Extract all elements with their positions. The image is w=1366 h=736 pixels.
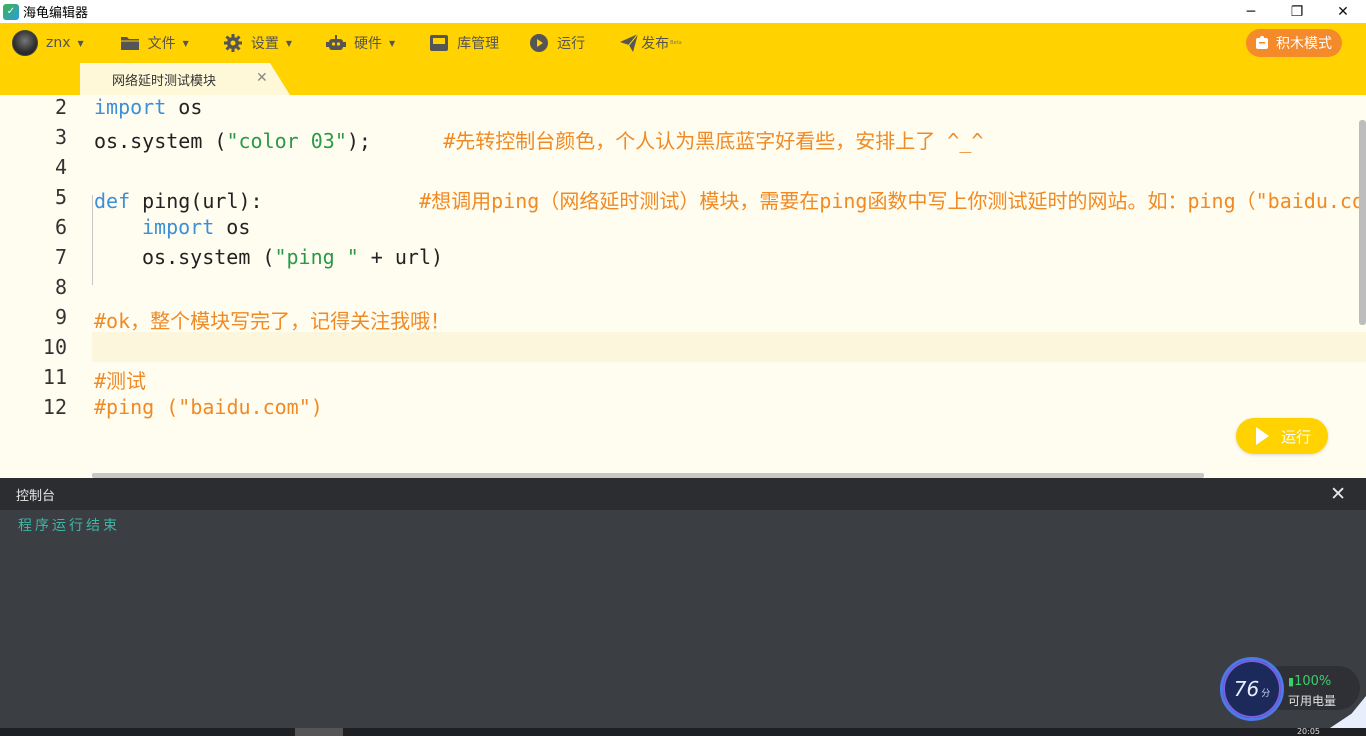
beta-badge: Beta [670,40,682,46]
code-editor[interactable]: 2 3 4 5 6 7 8 9 10 11 12 import os os.sy… [0,95,1366,478]
close-icon[interactable]: ✕ [1330,483,1346,505]
menu-run[interactable]: 运行 [529,33,585,53]
line-number: 4 [54,155,67,179]
play-icon [1256,427,1269,445]
taskbar-item[interactable] [295,728,343,736]
code-line: #测试 [94,369,147,393]
menu-settings[interactable]: 设置 ▼ [223,33,292,53]
line-number: 7 [54,245,67,269]
block-mode-label: 积木模式 [1276,36,1332,52]
paper-plane-icon [619,33,639,53]
run-button[interactable]: 运行 [1236,418,1328,454]
code-line: #ping ("baidu.com") [94,395,323,419]
menu-hardware-label: 硬件 [353,36,382,52]
minimize-button[interactable]: ─ [1228,0,1274,23]
tab-label: 网络延时测试模块 [112,73,217,89]
indent-guide [92,195,93,285]
robot-icon [325,33,346,53]
console-title: 控制台 [16,488,56,504]
current-line-highlight [92,332,1366,362]
menu-settings-label: 设置 [250,36,279,52]
title-bar: ✓ 海龟编辑器 ─ ❐ ✕ [0,0,1366,23]
menu-library-label: 库管理 [457,36,500,52]
block-mode-button[interactable]: 积木模式 [1246,29,1342,57]
vertical-scrollbar[interactable] [1359,120,1366,325]
code-line: import os [94,95,203,119]
maximize-button[interactable]: ❐ [1274,0,1320,23]
menu-file[interactable]: 文件 ▼ [120,33,189,53]
run-button-label: 运行 [1281,427,1312,446]
chevron-down-icon: ▼ [285,38,292,48]
taskbar: 20:05 [0,728,1366,736]
line-number: 5 [54,185,67,209]
app-title: 海龟编辑器 [23,6,89,21]
tab-bar: 网络延时测试模块 ✕ [0,63,1366,95]
user-name: znx [46,35,71,51]
line-number: 9 [54,305,67,329]
taskbar-clock: 20:05 [1296,728,1320,736]
puzzle-icon [1256,36,1270,50]
console-output-text: 程序运行结束 [18,518,120,534]
code-line: #ok，整个模块写完了，记得关注我哦！ [94,309,451,333]
user-menu[interactable]: znx ▼ [12,30,84,56]
avatar [12,30,38,56]
window-controls: ─ ❐ ✕ [1228,0,1366,23]
folder-icon [120,33,140,53]
code-line: os.system ("color 03"); #先转控制台颜色，个人认为黑底蓝… [94,129,984,153]
line-number-gutter: 2 3 4 5 6 7 8 9 10 11 12 [0,95,92,478]
chevron-down-icon: ▼ [388,38,396,48]
app-logo-icon: ✓ [3,3,19,20]
battery-label: 可用电量 [1288,694,1337,708]
tab-network-module[interactable]: 网络延时测试模块 ✕ [80,63,290,95]
chevron-down-icon: ▼ [77,38,84,48]
menu-hardware[interactable]: 硬件 ▼ [325,33,396,53]
line-number: 12 [42,395,67,419]
menu-run-label: 运行 [557,36,586,52]
line-number: 8 [54,275,67,299]
line-number: 3 [54,125,67,149]
system-monitor-widget[interactable]: 76 分 ▮100% 可用电量 [1220,656,1366,728]
code-line: def ping(url): #想调用ping（网络延时测试）模块，需要在pin… [94,189,1366,213]
score-value: 76 [1233,677,1260,701]
close-window-button[interactable]: ✕ [1320,0,1366,23]
code-line: import os [142,215,251,239]
console-header: 控制台 ✕ [0,478,1366,510]
menu-bar: znx ▼ 文件 ▼ 设置 ▼ 硬件 ▼ 库管理 运行 发布 Beta 积木模式 [0,23,1366,63]
line-number: 10 [42,335,67,359]
menu-publish-label: 发布 [641,36,670,52]
menu-publish[interactable]: 发布 Beta [619,33,682,53]
chevron-down-icon: ▼ [182,38,189,48]
code-line: os.system ("ping " + url) [142,245,444,269]
menu-file-label: 文件 [147,36,176,52]
score-ring: 76 分 [1220,657,1284,721]
battery-level: ▮100% [1288,674,1332,689]
code-area[interactable]: import os os.system ("color 03"); #先转控制台… [92,95,1366,478]
play-circle-icon [529,33,549,53]
score-unit: 分 [1261,688,1271,699]
menu-library[interactable]: 库管理 [429,33,499,53]
console-output-panel[interactable]: 程序运行结束 [0,510,1366,728]
line-number: 2 [54,95,67,119]
line-number: 11 [42,365,67,389]
tab-close-icon[interactable]: ✕ [256,70,268,86]
gear-icon [223,33,243,53]
line-number: 6 [54,215,67,239]
inbox-icon [429,33,449,53]
